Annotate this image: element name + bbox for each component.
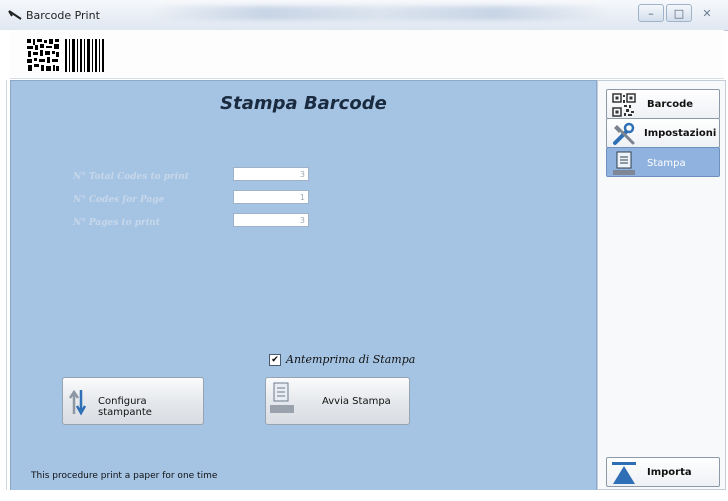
app-icon — [8, 10, 22, 20]
configure-printer-button[interactable]: Configura stampante — [62, 377, 204, 425]
total-codes-input[interactable] — [233, 167, 309, 181]
print-preview-checkbox[interactable]: ✔ — [269, 353, 281, 366]
procedure-note: This procedure print a paper for one tim… — [31, 471, 218, 481]
sidebar-item-impostazioni[interactable]: Impostazioni — [606, 118, 720, 148]
start-print-label: Avvia Stampa — [322, 396, 391, 407]
window-bottom-frame — [0, 490, 728, 501]
import-arrow-icon — [612, 462, 636, 484]
document-icon — [613, 151, 635, 175]
pages-to-print-label: N° Pages to print — [73, 218, 160, 228]
start-print-button[interactable]: Avvia Stampa — [265, 377, 410, 425]
configure-printer-label: Configura stampante — [98, 396, 152, 418]
sidebar-item-stampa[interactable]: Stampa — [606, 147, 720, 177]
pages-to-print-input[interactable] — [233, 213, 309, 227]
codes-per-page-label: N° Codes for Page — [73, 195, 165, 205]
qr-code-icon — [612, 93, 636, 117]
close-button[interactable]: ✕ — [694, 4, 720, 22]
sidebar-item-label: Stampa — [647, 158, 686, 169]
minimize-button[interactable]: – — [638, 4, 664, 22]
sidebar-item-barcode[interactable]: Barcode — [606, 89, 720, 119]
up-down-arrows-icon — [69, 389, 87, 416]
maximize-button[interactable]: □ — [666, 4, 692, 22]
import-label: Importa — [647, 467, 692, 478]
frame-line — [6, 80, 7, 490]
blurred-background — [150, 6, 610, 20]
print-preview-option[interactable]: ✔ Antemprima di Stampa — [269, 353, 415, 366]
sidebar-item-label: Impostazioni — [644, 128, 717, 139]
import-button[interactable]: Importa — [606, 457, 720, 487]
print-preview-label: Antemprima di Stampa — [286, 353, 416, 366]
page-title: Stampa Barcode — [220, 93, 387, 114]
sidebar: Barcode Impostazioni Stampa Importa — [597, 80, 726, 490]
header-banner — [10, 30, 724, 79]
window-titlebar: Barcode Print – □ ✕ — [0, 0, 728, 31]
window-controls: – □ ✕ — [638, 4, 720, 22]
main-panel: Stampa Barcode N° Total Codes to print N… — [10, 80, 597, 492]
barcode-logo-icon — [26, 38, 104, 72]
window-left-frame — [0, 30, 10, 501]
sidebar-item-label: Barcode — [647, 99, 694, 110]
document-icon — [270, 382, 294, 413]
total-codes-label: N° Total Codes to print — [73, 172, 189, 182]
codes-per-page-input[interactable] — [233, 190, 309, 204]
tools-icon — [613, 122, 635, 145]
window-title: Barcode Print — [26, 9, 100, 22]
